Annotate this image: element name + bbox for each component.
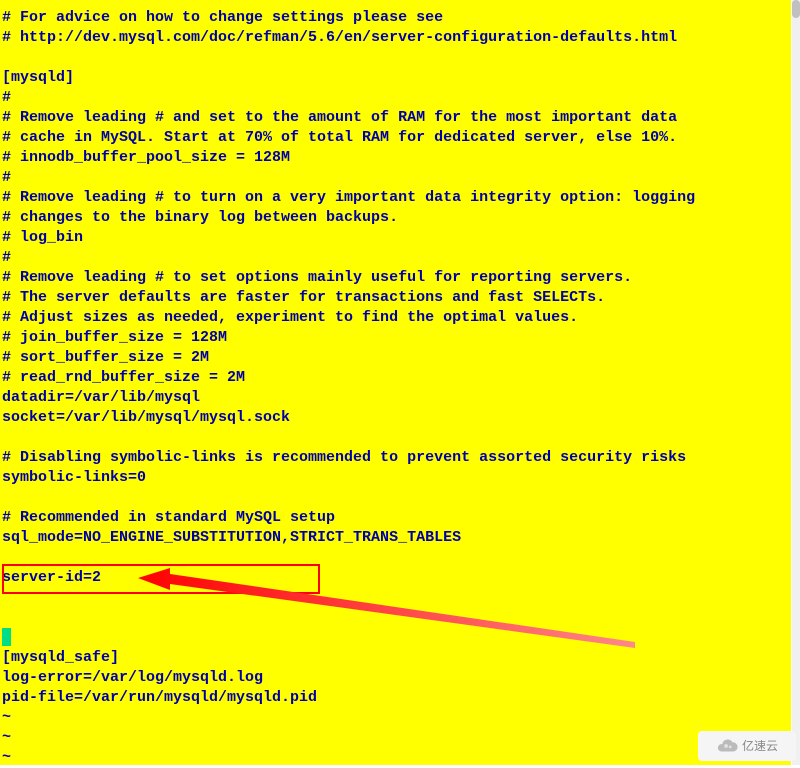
terminal-editor[interactable]: # For advice on how to change settings p… bbox=[0, 0, 791, 765]
config-line: # Disabling symbolic-links is recommende… bbox=[2, 448, 791, 468]
config-line: [mysqld_safe] bbox=[2, 648, 791, 668]
config-line: ~ bbox=[2, 708, 791, 728]
config-line: # changes to the binary log between back… bbox=[2, 208, 791, 228]
scrollbar-track bbox=[792, 0, 800, 765]
watermark-badge: 亿速云 bbox=[698, 731, 796, 761]
config-line: symbolic-links=0 bbox=[2, 468, 791, 488]
config-line: # bbox=[2, 88, 791, 108]
config-line: [mysqld] bbox=[2, 68, 791, 88]
config-line: # log_bin bbox=[2, 228, 791, 248]
config-line: log-error=/var/log/mysqld.log bbox=[2, 668, 791, 688]
config-line: datadir=/var/lib/mysql bbox=[2, 388, 791, 408]
config-line: ~ bbox=[2, 728, 791, 748]
config-line: # Remove leading # to set options mainly… bbox=[2, 268, 791, 288]
config-line: # bbox=[2, 248, 791, 268]
config-line: # Adjust sizes as needed, experiment to … bbox=[2, 308, 791, 328]
scrollbar-thumb[interactable] bbox=[792, 0, 800, 18]
config-line: # cache in MySQL. Start at 70% of total … bbox=[2, 128, 791, 148]
config-line: # join_buffer_size = 128M bbox=[2, 328, 791, 348]
config-line: pid-file=/var/run/mysqld/mysqld.pid bbox=[2, 688, 791, 708]
config-line: # Remove leading # and set to the amount… bbox=[2, 108, 791, 128]
config-line bbox=[2, 488, 791, 508]
config-line bbox=[2, 48, 791, 68]
config-line: # Remove leading # to turn on a very imp… bbox=[2, 188, 791, 208]
config-line: # Recommended in standard MySQL setup bbox=[2, 508, 791, 528]
config-line: # http://dev.mysql.com/doc/refman/5.6/en… bbox=[2, 28, 791, 48]
config-line: # bbox=[2, 168, 791, 188]
config-line: ~ bbox=[2, 748, 791, 768]
config-line bbox=[2, 608, 791, 628]
config-line bbox=[2, 428, 791, 448]
config-line bbox=[2, 548, 791, 568]
config-file-content: # For advice on how to change settings p… bbox=[2, 8, 791, 768]
editor-cursor bbox=[2, 628, 11, 646]
config-line: # read_rnd_buffer_size = 2M bbox=[2, 368, 791, 388]
config-line: # For advice on how to change settings p… bbox=[2, 8, 791, 28]
config-line bbox=[2, 628, 791, 648]
config-line: sql_mode=NO_ENGINE_SUBSTITUTION,STRICT_T… bbox=[2, 528, 791, 548]
watermark-text: 亿速云 bbox=[742, 736, 778, 756]
config-line: socket=/var/lib/mysql/mysql.sock bbox=[2, 408, 791, 428]
config-line: server-id=2 bbox=[2, 568, 791, 588]
config-line: # sort_buffer_size = 2M bbox=[2, 348, 791, 368]
cloud-icon bbox=[716, 735, 738, 757]
config-line: # The server defaults are faster for tra… bbox=[2, 288, 791, 308]
config-line bbox=[2, 588, 791, 608]
config-line: # innodb_buffer_pool_size = 128M bbox=[2, 148, 791, 168]
